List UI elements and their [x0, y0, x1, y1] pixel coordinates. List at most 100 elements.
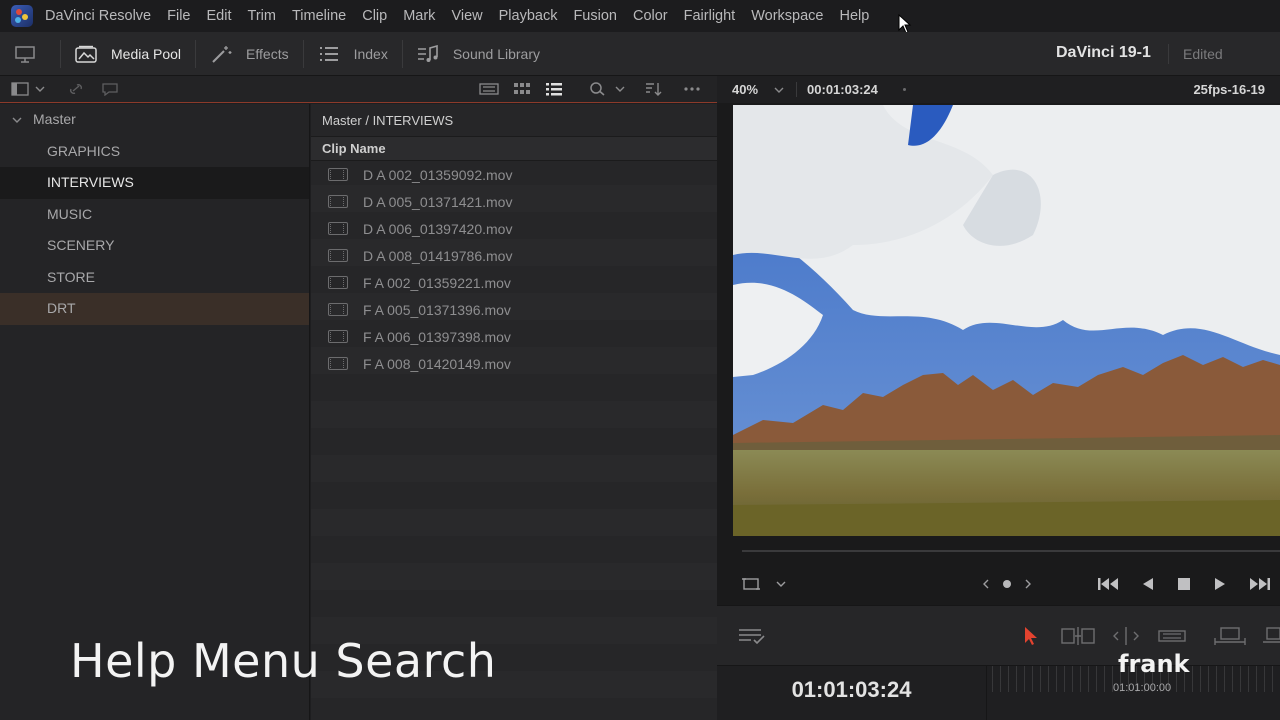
menu-file[interactable]: File: [159, 0, 198, 32]
grid-view-icon[interactable]: [513, 82, 531, 96]
menu-mark[interactable]: Mark: [395, 0, 443, 32]
list-view-icon[interactable]: [545, 82, 563, 96]
effects-button[interactable]: Effects: [196, 32, 303, 76]
menu-davinci-resolve[interactable]: DaVinci Resolve: [45, 0, 159, 32]
magic-wand-icon: [212, 45, 232, 63]
video-frame[interactable]: [733, 105, 1280, 536]
menu-timeline[interactable]: Timeline: [284, 0, 354, 32]
thumbnail-view-icon[interactable]: [479, 82, 499, 96]
clip-row[interactable]: D A 005_01371421.mov: [311, 188, 717, 215]
workspace-toggle-button[interactable]: [0, 32, 60, 76]
bin-item-music[interactable]: MUSIC: [0, 199, 309, 231]
menu-color[interactable]: Color: [625, 0, 676, 32]
sound-library-label: Sound Library: [452, 45, 541, 62]
menu-workspace[interactable]: Workspace: [743, 0, 831, 32]
viewer-timecode: 00:01:03:24: [796, 82, 878, 97]
film-clip-icon: [328, 303, 348, 316]
sort-icon[interactable]: [645, 82, 663, 96]
timeline-name[interactable]: 25fps-16-19: [1193, 82, 1265, 97]
chevron-down-icon[interactable]: [615, 82, 625, 96]
timeline-timecode: 01:01:03:24: [717, 666, 987, 720]
chevron-down-icon[interactable]: [12, 115, 22, 125]
sidebar-toggle-icon[interactable]: [11, 82, 29, 96]
toolbar-divider: [1168, 44, 1169, 64]
jog-control-icon[interactable]: [982, 575, 1032, 593]
blade-edit-icon[interactable]: [1157, 626, 1187, 646]
effects-label: Effects: [246, 45, 289, 62]
menu-help[interactable]: Help: [831, 0, 877, 32]
bin-item-store[interactable]: STORE: [0, 262, 309, 294]
bin-item-scenery[interactable]: SCENERY: [0, 230, 309, 262]
chevron-down-icon[interactable]: [774, 85, 784, 95]
chevron-down-icon[interactable]: [35, 82, 45, 96]
link-icon[interactable]: [67, 82, 85, 96]
source-viewer: [717, 103, 1280, 605]
clip-row[interactable]: F A 005_01371396.mov: [311, 296, 717, 323]
clip-row[interactable]: D A 006_01397420.mov: [311, 215, 717, 242]
video-caption: Help Menu Search: [70, 634, 497, 688]
timeline-options-icon[interactable]: [737, 626, 767, 646]
clip-name: F A 008_01420149.mov: [363, 355, 511, 372]
menu-playback[interactable]: Playback: [491, 0, 566, 32]
bin-master[interactable]: Master: [0, 104, 309, 136]
menu-fusion[interactable]: Fusion: [565, 0, 625, 32]
selection-arrow-icon[interactable]: [1022, 626, 1040, 646]
menu-clip[interactable]: Clip: [354, 0, 395, 32]
chevron-down-icon[interactable]: [775, 575, 787, 593]
film-clip-icon: [328, 222, 348, 235]
more-options-icon[interactable]: [683, 82, 701, 96]
comment-icon[interactable]: [101, 82, 119, 97]
clip-name: F A 005_01371396.mov: [363, 301, 511, 318]
clip-name: F A 002_01359221.mov: [363, 274, 511, 291]
watermark-logo: frank: [1118, 650, 1190, 678]
viewer-header: 40% 00:01:03:24 25fps-16-19: [717, 76, 1280, 103]
bin-master-label: Master: [33, 111, 76, 127]
clip-row[interactable]: D A 008_01419786.mov: [311, 242, 717, 269]
media-pool-button[interactable]: Media Pool: [61, 32, 195, 76]
menu-trim[interactable]: Trim: [240, 0, 284, 32]
menu-view[interactable]: View: [443, 0, 490, 32]
project-title: DaVinci 19-1: [1056, 44, 1151, 61]
scrub-bar[interactable]: [742, 550, 1280, 552]
zoom-level[interactable]: 40%: [732, 82, 758, 97]
clip-name: D A 005_01371421.mov: [363, 193, 513, 210]
project-status: Edited: [1183, 46, 1223, 62]
clip-name: D A 002_01359092.mov: [363, 166, 513, 183]
status-dot: [902, 88, 906, 91]
dynamic-trim-icon[interactable]: [1110, 626, 1142, 646]
bin-item-drt[interactable]: DRT: [0, 293, 309, 325]
menu-edit[interactable]: Edit: [199, 0, 240, 32]
index-button[interactable]: Index: [304, 32, 402, 76]
clip-row[interactable]: F A 002_01359221.mov: [311, 269, 717, 296]
insert-clip-icon[interactable]: [1213, 626, 1247, 646]
clip-name: D A 008_01419786.mov: [363, 247, 513, 264]
film-clip-icon: [328, 195, 348, 208]
timeline-toolbar: [717, 605, 1280, 665]
film-clip-icon: [328, 168, 348, 181]
skip-back-icon[interactable]: [1097, 575, 1121, 593]
sound-library-button[interactable]: Sound Library: [403, 32, 554, 76]
search-icon[interactable]: [589, 82, 607, 96]
play-reverse-icon[interactable]: [1139, 575, 1157, 593]
stop-icon[interactable]: [1175, 575, 1193, 593]
bin-item-interviews[interactable]: INTERVIEWS: [0, 167, 309, 199]
clip-row[interactable]: F A 006_01397398.mov: [311, 323, 717, 350]
monitor-icon: [15, 45, 35, 63]
trim-tool-icon[interactable]: [1060, 626, 1096, 646]
davinci-logo-icon[interactable]: [11, 5, 33, 27]
overwrite-clip-icon[interactable]: [1263, 626, 1280, 646]
breadcrumb: Master / INTERVIEWS: [311, 104, 717, 137]
skip-forward-icon[interactable]: [1247, 575, 1271, 593]
media-pool-label: Media Pool: [111, 45, 182, 62]
menu-bar: DaVinci Resolve File Edit Trim Timeline …: [0, 0, 1280, 32]
menu-fairlight[interactable]: Fairlight: [676, 0, 744, 32]
bin-item-graphics[interactable]: GRAPHICS: [0, 136, 309, 168]
play-icon[interactable]: [1211, 575, 1229, 593]
music-note-icon: [417, 44, 438, 62]
clip-row[interactable]: D A 002_01359092.mov: [311, 161, 717, 188]
column-header-clip-name[interactable]: Clip Name: [311, 137, 717, 161]
list-icon: [319, 46, 338, 61]
clip-row[interactable]: F A 008_01420149.mov: [311, 350, 717, 377]
safe-area-icon[interactable]: [742, 575, 760, 593]
clip-name: D A 006_01397420.mov: [363, 220, 513, 237]
